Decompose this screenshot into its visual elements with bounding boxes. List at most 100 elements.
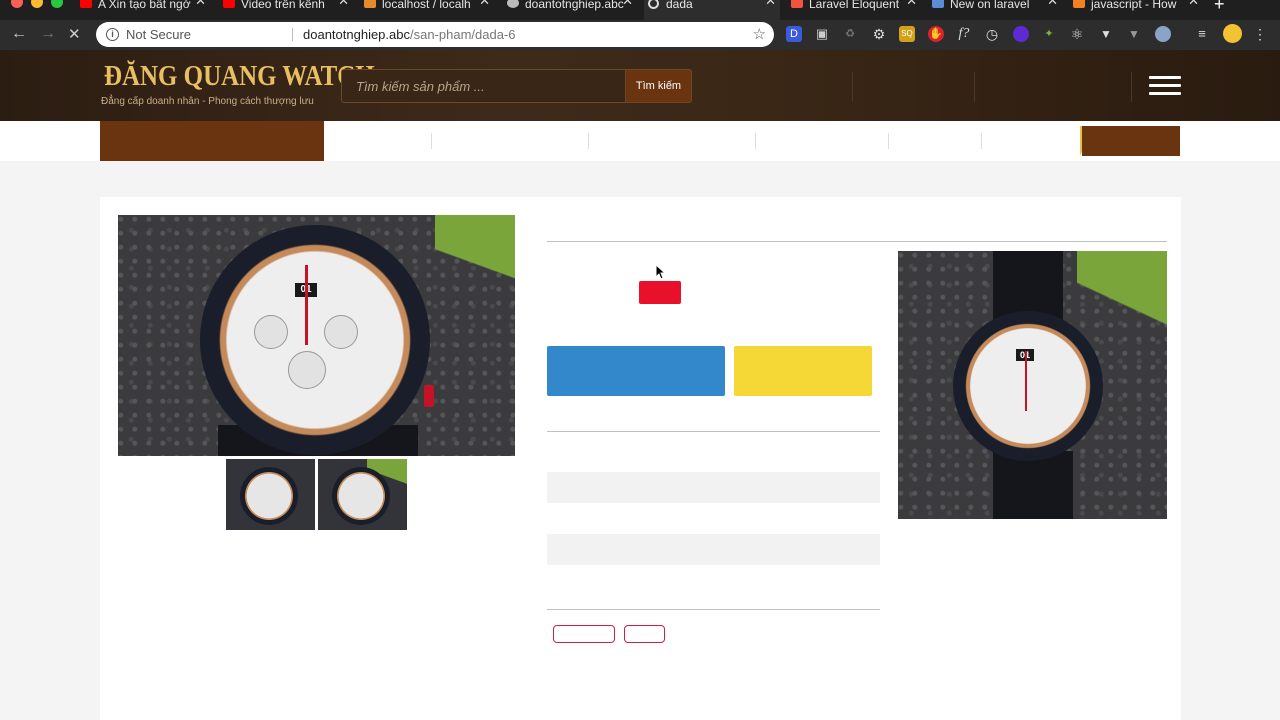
extension-green-icon[interactable]: ✦ [1041, 26, 1057, 42]
site-header: ĐĂNG QUANG WATCH Đẳng cấp doanh nhân - P… [0, 50, 1280, 121]
tab-title: dada [666, 0, 693, 11]
browser-tab[interactable]: New on laravel ✕ [928, 0, 1062, 20]
grass-corner [435, 215, 515, 325]
info-row [547, 534, 880, 565]
divider [431, 133, 432, 149]
maximize-window-dot[interactable] [51, 0, 63, 8]
extension-sq-icon[interactable]: SQ [899, 26, 915, 42]
back-icon[interactable]: ← [11, 25, 27, 43]
close-icon[interactable]: ✕ [1188, 0, 1199, 7]
close-icon[interactable]: ✕ [622, 0, 633, 7]
product-main-image[interactable]: 01 [118, 215, 515, 456]
divider [1131, 72, 1132, 102]
divider [852, 72, 853, 102]
add-to-cart-button[interactable] [734, 346, 872, 396]
extension-purple-icon[interactable] [1013, 26, 1029, 42]
stop-loading-icon[interactable]: ✕ [68, 25, 81, 43]
watch-hand [1025, 351, 1027, 411]
browser-tab-strip: A Xin tạo bất ngờ ✕ Video trên kênh ✕ lo… [0, 0, 1280, 20]
divider [588, 133, 589, 149]
loading-icon [648, 0, 659, 9]
recycle-icon[interactable]: ♻ [842, 26, 858, 42]
product-thumbnail[interactable] [318, 459, 407, 530]
category-nav [0, 121, 1280, 161]
watch-face [953, 311, 1103, 461]
tab-title: New on laravel [950, 0, 1030, 11]
playlist-icon[interactable]: ≡ [1194, 26, 1210, 42]
url-path: /san-pham/dada-6 [409, 27, 516, 42]
color-swatch-red[interactable] [639, 281, 681, 304]
close-icon[interactable]: ✕ [195, 0, 206, 7]
tag-button[interactable] [624, 625, 665, 643]
browser-tab[interactable]: A Xin tạo bất ngờ ✕ [76, 0, 210, 20]
minimize-window-dot[interactable] [31, 0, 43, 8]
close-icon[interactable]: ✕ [479, 0, 490, 7]
logo-title[interactable]: ĐĂNG QUANG WATCH [104, 60, 375, 93]
browser-tab[interactable]: doantotnghiep.abc ✕ [503, 0, 637, 20]
security-label: Not Secure [126, 27, 192, 42]
vue-devtools-icon[interactable]: ▼ [1126, 26, 1142, 42]
extension-d-icon[interactable]: D [786, 26, 802, 42]
browser-tab[interactable]: javascript - How ✕ [1069, 0, 1203, 20]
hamburger-menu-icon[interactable] [1149, 76, 1181, 96]
address-bar[interactable]: i Not Secure doantotnghiep.abc/san-pham/… [96, 22, 774, 47]
category-menu-button[interactable] [100, 121, 324, 161]
extension-circle-icon[interactable] [1155, 26, 1171, 42]
divider [547, 609, 880, 610]
tag-button[interactable] [553, 625, 615, 643]
buy-now-button[interactable] [547, 346, 725, 396]
close-window-dot[interactable] [11, 0, 23, 8]
subdial [324, 315, 358, 349]
url-host: doantotnghiep.abc [303, 27, 410, 42]
divider [547, 241, 1167, 242]
browser-toolbar: ← → ✕ i Not Secure doantotnghiep.abc/san… [0, 20, 1280, 50]
bookmark-star-icon[interactable]: ☆ [753, 22, 766, 47]
promo-button[interactable] [1082, 126, 1180, 156]
timer-icon[interactable]: ◷ [984, 26, 1000, 42]
laravel-icon [791, 0, 803, 8]
info-icon[interactable]: i [106, 28, 119, 41]
close-icon[interactable]: ✕ [1047, 0, 1058, 7]
react-icon[interactable]: ⚛ [1069, 26, 1085, 42]
tab-title: A Xin tạo bất ngờ [98, 0, 191, 11]
menu-dots-icon[interactable]: ⋮ [1252, 26, 1268, 42]
product-thumbnail[interactable] [226, 459, 315, 530]
watch-strap [993, 451, 1073, 519]
browser-tab[interactable]: Laravel Eloquent ✕ [787, 0, 921, 20]
logo-subtitle: Đẳng cấp doanh nhân - Phong cách thượng … [101, 96, 314, 107]
close-icon[interactable]: ✕ [906, 0, 917, 7]
info-row [547, 472, 880, 503]
watch-hand [305, 265, 308, 345]
gear-icon[interactable]: ⚙ [871, 26, 887, 42]
site-icon [507, 0, 519, 8]
tab-icon [932, 0, 944, 8]
tab-title: Video trên kênh [241, 0, 325, 11]
camera-icon[interactable]: ▣ [814, 26, 830, 42]
browser-tab[interactable]: localhost / localh ✕ [360, 0, 494, 20]
tab-title: javascript - How [1091, 0, 1177, 11]
forward-icon[interactable]: → [40, 25, 56, 43]
close-icon[interactable]: ✕ [765, 0, 776, 7]
mouse-cursor-icon [656, 265, 666, 280]
divider [292, 28, 293, 41]
tab-title: doantotnghiep.abc [525, 0, 624, 11]
browser-tab-active[interactable]: dada ✕ [644, 0, 780, 20]
avatar[interactable] [1223, 24, 1242, 43]
browser-tab[interactable]: Video trên kênh ✕ [219, 0, 353, 20]
watch-face [200, 225, 430, 455]
subdial [288, 351, 326, 389]
stop-hand-icon[interactable]: ✋ [928, 26, 944, 42]
divider [755, 133, 756, 149]
function-icon[interactable]: f? [956, 26, 972, 42]
search-input[interactable] [341, 69, 625, 103]
vue-icon[interactable]: ▼ [1098, 26, 1114, 42]
tab-title: Laravel Eloquent [809, 0, 900, 11]
search-button[interactable]: Tìm kiếm [625, 69, 692, 103]
divider [888, 133, 889, 149]
product-side-image[interactable]: 01 [898, 251, 1167, 519]
new-tab-icon[interactable]: + [1214, 0, 1225, 15]
crown [424, 385, 434, 407]
close-icon[interactable]: ✕ [338, 0, 349, 7]
stackoverflow-icon [1073, 0, 1085, 8]
youtube-icon [80, 0, 92, 8]
